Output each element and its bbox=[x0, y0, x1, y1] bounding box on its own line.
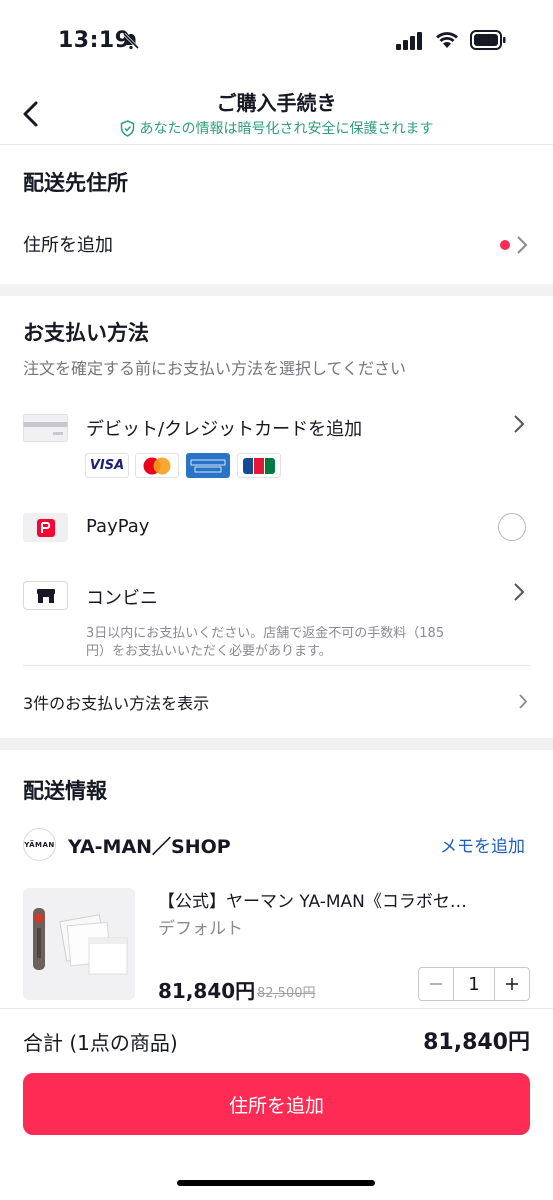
konbini-label: コンビニ bbox=[86, 588, 158, 609]
paypay-row[interactable]: PayPay bbox=[0, 505, 553, 551]
credit-card-icon bbox=[23, 414, 68, 442]
payment-divider bbox=[23, 665, 530, 666]
add-memo-link[interactable]: メモを追加 bbox=[440, 832, 525, 857]
shop-avatar[interactable]: YA̅MAN bbox=[23, 828, 56, 861]
payment-title: お支払い方法 bbox=[23, 321, 149, 345]
mastercard-icon bbox=[143, 457, 171, 474]
paypay-radio[interactable] bbox=[498, 513, 526, 541]
chevron-right-icon bbox=[517, 236, 528, 254]
chevron-right-icon bbox=[519, 694, 528, 709]
product-original-price: 82,500円 bbox=[257, 986, 316, 1001]
konbini-note-line2: 円）をお支払いいただく必要があります。 bbox=[86, 644, 332, 659]
konbini-note-line1: 3日以内にお支払いください。店舗で返金不可の手数料（185 bbox=[86, 626, 445, 641]
amex-logo bbox=[186, 453, 230, 478]
section-divider bbox=[0, 284, 553, 296]
more-payment-methods-row[interactable]: 3件のお支払い方法を表示 bbox=[0, 676, 553, 726]
add-card-label: デビット/クレジットカードを追加 bbox=[86, 419, 363, 440]
footer-divider bbox=[0, 1008, 553, 1009]
jcb-green bbox=[265, 457, 275, 474]
required-dot bbox=[500, 240, 510, 250]
visa-logo: VISA bbox=[85, 453, 129, 478]
konbini-row[interactable]: コンビニ 3日以内にお支払いください。店舗で返金不可の手数料（185 円）をお支… bbox=[0, 570, 553, 664]
amex-icon bbox=[190, 459, 226, 472]
payment-subtitle: 注文を確定する前にお支払い方法を選択してください bbox=[23, 359, 407, 378]
status-time: 13:19 bbox=[58, 28, 131, 53]
add-card-row[interactable]: デビット/クレジットカードを追加 VISA bbox=[0, 400, 553, 492]
jcb-logo bbox=[237, 453, 281, 478]
wifi-icon bbox=[436, 32, 458, 48]
jcb-red bbox=[254, 457, 264, 474]
product-photo bbox=[33, 908, 128, 975]
battery-icon bbox=[470, 30, 506, 50]
jcb-blue bbox=[243, 457, 253, 474]
signal-icon bbox=[396, 32, 422, 50]
plus-icon bbox=[506, 978, 518, 990]
store-logo bbox=[23, 581, 68, 610]
more-payment-label: 3件のお支払い方法を表示 bbox=[23, 694, 210, 713]
shop-name[interactable]: YA-MAN／SHOP bbox=[68, 832, 231, 859]
quantity-value[interactable]: 1 bbox=[454, 968, 494, 1000]
paypay-icon bbox=[36, 518, 55, 537]
shield-check-icon bbox=[120, 119, 134, 137]
security-note: あなたの情報は暗号化され安全に保護されます bbox=[0, 118, 553, 138]
total-value: 81,840円 bbox=[423, 1030, 530, 1055]
quantity-increase-button[interactable] bbox=[494, 968, 529, 1000]
quantity-stepper: 1 bbox=[418, 967, 530, 1001]
quantity-decrease-button[interactable] bbox=[419, 968, 454, 1000]
shipping-address-title: 配送先住所 bbox=[23, 171, 128, 195]
add-address-row[interactable]: 住所を追加 bbox=[0, 220, 553, 270]
add-address-button[interactable]: 住所を追加 bbox=[23, 1073, 530, 1135]
store-icon bbox=[36, 588, 55, 603]
bell-muted-icon bbox=[122, 32, 140, 50]
security-note-text: あなたの情報は暗号化され安全に保護されます bbox=[139, 121, 434, 137]
product-image[interactable] bbox=[23, 888, 135, 1000]
chevron-right-icon bbox=[514, 415, 525, 433]
jcb-icon bbox=[243, 457, 275, 474]
minus-icon bbox=[430, 983, 442, 985]
page-title: ご購入手続き bbox=[216, 91, 337, 115]
product-title[interactable]: 【公式】ヤーマン YA-MAN《コラボセ… bbox=[158, 887, 467, 912]
paypay-label: PayPay bbox=[86, 516, 150, 537]
mastercard-logo bbox=[135, 453, 179, 478]
total-label: 合計 (1点の商品) bbox=[23, 1031, 178, 1055]
paypay-logo bbox=[23, 513, 68, 542]
section-divider bbox=[0, 738, 553, 750]
chevron-right-icon bbox=[514, 583, 525, 601]
home-indicator bbox=[177, 1180, 375, 1186]
delivery-title: 配送情報 bbox=[23, 779, 107, 803]
product-price: 81,840円 bbox=[158, 979, 256, 1003]
product-variant: デフォルト bbox=[158, 919, 243, 939]
header-divider bbox=[0, 144, 553, 145]
shop-logo-text: YA̅MAN bbox=[24, 840, 55, 849]
add-address-label: 住所を追加 bbox=[23, 235, 113, 256]
visa-text: VISA bbox=[89, 458, 125, 473]
